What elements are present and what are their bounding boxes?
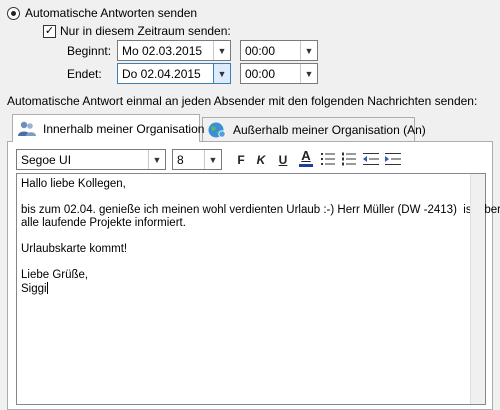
message-line-last: Siggi bbox=[21, 282, 481, 295]
end-date-value: Do 02.04.2015 bbox=[122, 66, 201, 81]
message-line: Hallo liebe Kollegen, bbox=[21, 178, 126, 190]
message-line: Urlaubskarte kommt! bbox=[21, 243, 128, 255]
underline-button[interactable]: U bbox=[274, 150, 292, 170]
message-line: bis zum 02.04. genieße ich meinen wohl v… bbox=[21, 204, 500, 216]
tab-outside-organization[interactable]: Außerhalb meiner Organisation (An) bbox=[202, 117, 426, 141]
bullet-list-icon[interactable] bbox=[320, 151, 336, 170]
text-caret bbox=[46, 282, 48, 294]
globe-icon bbox=[207, 121, 227, 139]
send-auto-replies-label[interactable]: Automatische Antworten senden bbox=[25, 6, 197, 20]
tab-outside-organization-label: Außerhalb meiner Organisation (An) bbox=[233, 122, 426, 137]
end-label: Endet: bbox=[67, 67, 102, 81]
font-size-combo[interactable]: 8 ▼ bbox=[172, 149, 222, 170]
increase-indent-icon[interactable] bbox=[384, 151, 402, 170]
message-line bbox=[21, 256, 481, 269]
message-line: Liebe Grüße, bbox=[21, 269, 89, 281]
editor-scrollbar[interactable] bbox=[470, 174, 485, 404]
end-date-combo[interactable]: Do 02.04.2015 ▼ bbox=[117, 63, 231, 84]
auto-reply-instruction: Automatische Antwort einmal an jeden Abs… bbox=[7, 94, 478, 108]
start-date-value: Mo 02.03.2015 bbox=[122, 43, 203, 58]
tab-inside-organization-label: Innerhalb meiner Organisation bbox=[43, 121, 205, 136]
tab-inside-organization[interactable]: Innerhalb meiner Organisation bbox=[12, 114, 204, 142]
font-color-letter: A bbox=[301, 148, 311, 163]
font-color-bar bbox=[299, 164, 313, 167]
end-time-value: 00:00 bbox=[245, 66, 276, 81]
start-time-value: 00:00 bbox=[245, 43, 276, 58]
people-icon bbox=[17, 120, 37, 138]
font-size-value: 8 bbox=[177, 152, 184, 167]
message-editor[interactable]: Hallo liebe Kollegen, bis zum 02.04. gen… bbox=[16, 173, 500, 405]
message-line: alle laufende Projekte informiert. bbox=[21, 217, 186, 229]
chevron-down-icon[interactable]: ▼ bbox=[213, 64, 230, 83]
message-line bbox=[21, 191, 481, 204]
start-time-combo[interactable]: 00:00 ▼ bbox=[240, 40, 318, 61]
send-auto-replies-radio[interactable] bbox=[7, 7, 20, 20]
radio-selected-dot bbox=[11, 11, 16, 16]
timeframe-checkbox-label[interactable]: Nur in diesem Zeitraum senden: bbox=[60, 24, 231, 38]
end-time-combo[interactable]: 00:00 ▼ bbox=[240, 63, 318, 84]
message-last-text: Siggi bbox=[21, 283, 47, 295]
start-label: Beginnt: bbox=[67, 44, 112, 58]
font-name-combo[interactable]: Segoe UI ▼ bbox=[16, 149, 166, 170]
message-line bbox=[21, 230, 481, 243]
start-date-combo[interactable]: Mo 02.03.2015 ▼ bbox=[117, 40, 231, 61]
timeframe-checkbox[interactable]: ✓ bbox=[43, 25, 56, 38]
font-color-button[interactable]: A bbox=[296, 149, 316, 169]
bold-button[interactable]: F bbox=[232, 150, 250, 170]
chevron-down-icon[interactable]: ▼ bbox=[148, 150, 165, 169]
chevron-down-icon[interactable]: ▼ bbox=[300, 64, 317, 83]
decrease-indent-icon[interactable] bbox=[362, 151, 380, 170]
numbered-list-icon[interactable] bbox=[341, 151, 357, 170]
chevron-down-icon[interactable]: ▼ bbox=[300, 41, 317, 60]
chevron-down-icon[interactable]: ▼ bbox=[204, 150, 221, 169]
font-name-value: Segoe UI bbox=[21, 152, 72, 167]
italic-button[interactable]: K bbox=[252, 150, 270, 170]
chevron-down-icon[interactable]: ▼ bbox=[213, 41, 230, 60]
